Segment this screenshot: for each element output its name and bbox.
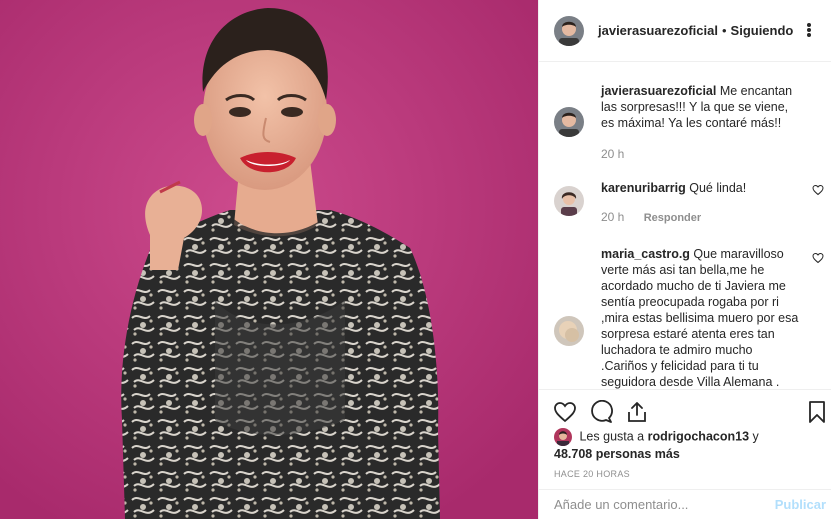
- owner-avatar[interactable]: [554, 107, 584, 137]
- like-heart-icon[interactable]: [553, 400, 577, 424]
- comment-text: Qué linda!: [689, 181, 747, 195]
- share-upload-icon[interactable]: [625, 400, 649, 424]
- commenter-avatar[interactable]: [554, 316, 584, 346]
- separator-dot: •: [721, 23, 727, 38]
- comment-body: karenuribarrig Qué linda!: [601, 180, 801, 196]
- comment-meta: 20 h Responder: [601, 210, 701, 224]
- likes-count-link[interactable]: 48.708 personas más: [554, 447, 680, 461]
- likes-prefix: Les gusta a: [579, 429, 645, 444]
- post-details-panel: javierasuarezoficial • Siguiendo javiera…: [538, 0, 831, 519]
- post-timestamp[interactable]: HACE 20 HORAS: [554, 469, 630, 479]
- comment-time[interactable]: 20 h: [601, 147, 624, 161]
- post-header: javierasuarezoficial • Siguiendo: [539, 0, 831, 62]
- comment-body: javierasuarezoficial Me encantan las sor…: [601, 83, 801, 131]
- woman-portrait-image: [0, 0, 538, 519]
- liker-username[interactable]: rodrigochacon13: [648, 429, 749, 443]
- like-comment-heart-icon[interactable]: [812, 252, 824, 264]
- comment-body: maria_castro.g Que maravilloso verte más…: [601, 246, 801, 389]
- commenter-avatar[interactable]: [554, 186, 584, 216]
- comment-bubble-icon[interactable]: [589, 400, 613, 424]
- liker-avatar[interactable]: [554, 428, 572, 446]
- like-comment-heart-icon[interactable]: [812, 184, 824, 196]
- comment-username[interactable]: javierasuarezoficial: [601, 84, 716, 98]
- publish-button[interactable]: Publicar: [775, 497, 826, 512]
- add-comment-bar: Añade un comentario... Publicar: [539, 489, 831, 519]
- post-photo[interactable]: [0, 0, 538, 519]
- owner-username[interactable]: javierasuarezoficial: [598, 23, 718, 38]
- save-bookmark-icon[interactable]: [805, 400, 829, 424]
- likes-conjunction: y: [752, 429, 759, 444]
- likes-summary: Les gusta a rodrigochacon13 y 48.708 per…: [554, 428, 824, 462]
- comment-username[interactable]: karenuribarrig: [601, 181, 686, 195]
- owner-avatar[interactable]: [554, 15, 584, 46]
- comment-text: Que maravilloso verte más asi tan bella,…: [601, 247, 799, 389]
- comment-username[interactable]: maria_castro.g: [601, 247, 690, 261]
- comment-meta: 20 h: [601, 147, 624, 161]
- more-options-icon[interactable]: [800, 21, 818, 39]
- comment-time[interactable]: 20 h: [601, 210, 624, 224]
- comment-input[interactable]: Añade un comentario...: [554, 497, 775, 512]
- comments-list[interactable]: javierasuarezoficial Me encantan las sor…: [539, 63, 831, 389]
- following-button[interactable]: Siguiendo: [731, 23, 794, 38]
- reply-button[interactable]: Responder: [644, 212, 701, 224]
